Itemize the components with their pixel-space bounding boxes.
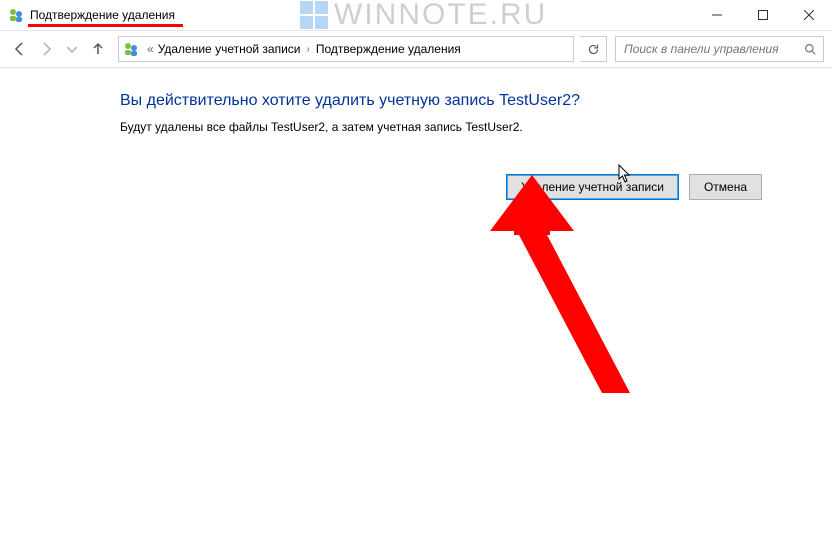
refresh-button[interactable] [580,36,607,62]
address-bar[interactable]: « Удаление учетной записи › Подтверждени… [118,36,574,62]
minimize-button[interactable] [694,0,740,30]
main-content: Вы действительно хотите удалить учетную … [0,68,832,200]
watermark: WINNOTE.RU [300,0,547,32]
cancel-button[interactable]: Отмена [689,174,762,200]
search-icon [804,43,817,56]
user-accounts-icon [123,41,139,57]
maximize-button[interactable] [740,0,786,30]
navigation-bar: « Удаление учетной записи › Подтверждени… [0,31,832,68]
up-button[interactable] [86,37,110,61]
annotation-arrow-icon [490,175,680,408]
forward-button[interactable] [34,37,58,61]
annotation-title-underline [28,24,183,27]
chevron-right-icon[interactable]: › [307,44,310,55]
windows-logo-icon [300,1,328,29]
page-heading: Вы действительно хотите удалить учетную … [120,92,792,110]
titlebar: Подтверждение удаления WINNOTE.RU [0,0,832,31]
window-title: Подтверждение удаления [30,8,175,22]
search-box[interactable] [615,36,824,62]
recent-locations-button[interactable] [60,37,84,61]
delete-account-button[interactable]: Удаление учетной записи [506,174,679,200]
user-accounts-icon [8,7,24,23]
breadcrumb-prefix: « [147,42,154,56]
button-row: Удаление учетной записи Отмена [120,174,792,200]
search-input[interactable] [622,41,804,57]
close-button[interactable] [786,0,832,30]
breadcrumb-item[interactable]: Удаление учетной записи [158,42,301,56]
watermark-text: WINNOTE.RU [334,0,547,32]
breadcrumb-item[interactable]: Подтверждение удаления [316,42,461,56]
body-text: Будут удалены все файлы TestUser2, а зат… [120,120,792,134]
back-button[interactable] [8,37,32,61]
window-controls [694,0,832,30]
